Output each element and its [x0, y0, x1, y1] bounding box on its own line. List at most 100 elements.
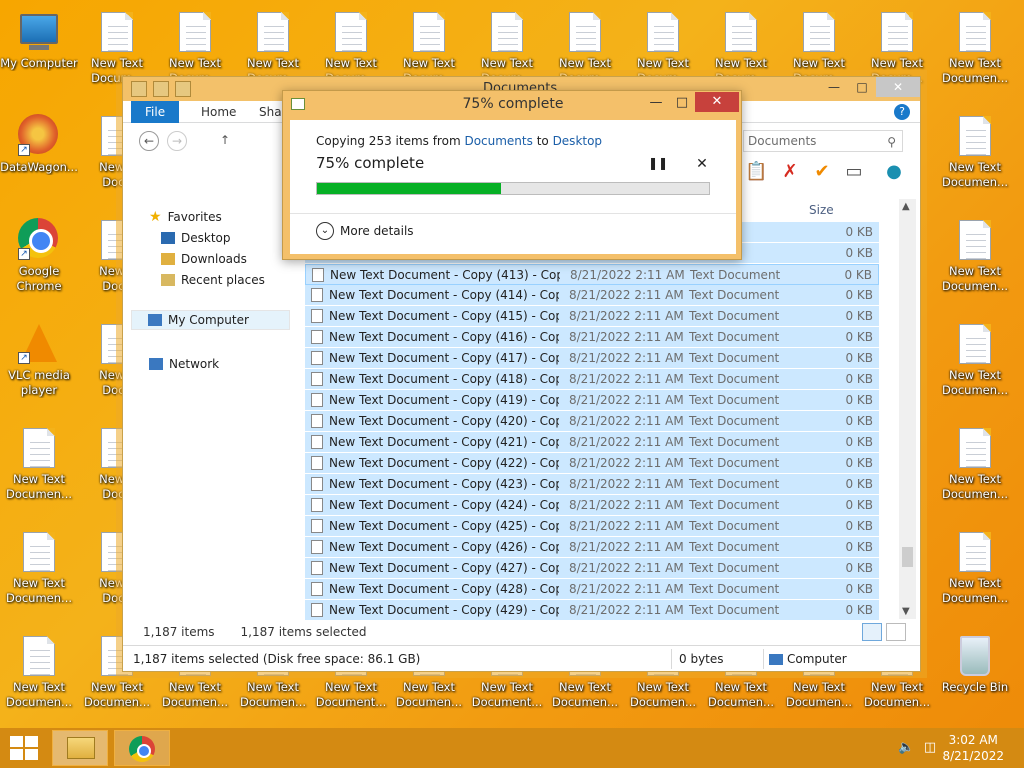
pause-icon[interactable]: ❚❚	[648, 156, 668, 172]
desktop-icon-item[interactable]: My Computer	[0, 0, 78, 100]
file-name: New Text Document - Copy (424) - Copy...	[329, 498, 559, 512]
desktop-icon-item[interactable]: New Text Documen...	[936, 312, 1014, 412]
scroll-up-icon[interactable]: ▲	[902, 201, 910, 212]
more-details-button[interactable]: ⌄ More details	[316, 222, 414, 240]
desktop-icon-item[interactable]: ↗ DataWagon...	[0, 104, 78, 204]
column-header-size[interactable]: Size	[809, 203, 834, 217]
help-icon[interactable]: ?	[894, 104, 910, 120]
file-row[interactable]: New Text Document - Copy (416) - Copy...…	[305, 327, 879, 348]
desktop-icon-item[interactable]: ↗ Google Chrome	[0, 208, 78, 308]
properties-icon[interactable]	[153, 81, 169, 97]
desktop-icon-item[interactable]: New Text Documen...	[936, 416, 1014, 516]
file-row[interactable]: New Text Document - Copy (420) - Copy...…	[305, 411, 879, 432]
maximize-icon[interactable]: □	[848, 77, 876, 97]
file-type: Text Document	[689, 393, 780, 407]
folder-icon[interactable]	[131, 81, 147, 97]
scroll-down-icon[interactable]: ▼	[902, 606, 910, 617]
search-icon[interactable]: ⚲	[887, 132, 896, 152]
file-row[interactable]: New Text Document - Copy (422) - Copy...…	[305, 453, 879, 474]
windows-logo-icon[interactable]	[10, 736, 38, 760]
file-row[interactable]: New Text Document - Copy (423) - Copy...…	[305, 474, 879, 495]
nav-downloads[interactable]: Downloads	[161, 252, 247, 266]
file-date: 8/21/2022 2:11 AM	[569, 603, 684, 617]
back-icon[interactable]: ←	[139, 131, 159, 151]
source-link[interactable]: Documents	[464, 134, 532, 148]
file-size: 0 KB	[845, 351, 873, 365]
destination-link[interactable]: Desktop	[553, 134, 603, 148]
nav-favorites[interactable]: ★ Favorites	[149, 209, 222, 225]
file-row[interactable]: New Text Document - Copy (417) - Copy...…	[305, 348, 879, 369]
file-row[interactable]: New Text Document - Copy (424) - Copy...…	[305, 495, 879, 516]
details-view-icon[interactable]	[862, 623, 882, 641]
file-row[interactable]: New Text Document - Copy (429) - Copy...…	[305, 600, 879, 621]
desktop-icon-item[interactable]: New Text Documen...	[936, 104, 1014, 204]
more-details-label: More details	[340, 224, 414, 238]
clock[interactable]: 3:02 AM 8/21/2022	[942, 732, 1004, 764]
close-icon[interactable]: ✕	[695, 92, 739, 112]
text-document-icon	[881, 12, 913, 52]
star-icon: ★	[149, 209, 162, 225]
desktop-icon-label: New Text Documen...	[941, 472, 1009, 501]
file-row[interactable]: New Text Document - Copy (426) - Copy...…	[305, 537, 879, 558]
nav-recent-places[interactable]: Recent places	[161, 273, 265, 287]
globe-icon[interactable]: ●	[883, 161, 905, 183]
taskbar-file-explorer[interactable]	[52, 730, 108, 766]
delete-icon[interactable]: ✗	[779, 161, 801, 183]
cancel-icon[interactable]: ✕	[694, 156, 710, 172]
text-document-icon	[23, 636, 55, 676]
volume-muted-icon[interactable]: 🔈	[898, 740, 914, 756]
search-input[interactable]: Documents ⚲	[743, 130, 903, 152]
file-row[interactable]: New Text Document - Copy (414) - Copy...…	[305, 285, 879, 306]
file-row[interactable]: New Text Document - Copy (413) - Copy...…	[305, 264, 879, 285]
file-date: 8/21/2022 2:11 AM	[569, 414, 684, 428]
up-icon[interactable]: ↑	[215, 131, 235, 151]
file-row[interactable]: New Text Document - Copy (421) - Copy...…	[305, 432, 879, 453]
nav-network[interactable]: Network	[149, 357, 219, 371]
text-document-icon	[803, 12, 835, 52]
maximize-icon[interactable]: □	[669, 93, 695, 113]
nav-my-computer[interactable]: My Computer	[131, 310, 290, 330]
paste-icon[interactable]: 📋	[745, 161, 767, 183]
forward-icon[interactable]: →	[167, 131, 187, 151]
desktop-icon-item[interactable]: New Text Documen...	[0, 520, 78, 620]
desktop-icon-item[interactable]: New Text Documen...	[936, 520, 1014, 620]
file-row[interactable]: New Text Document - Copy (427) - Copy...…	[305, 558, 879, 579]
scroll-thumb[interactable]	[902, 547, 913, 567]
vlc-icon: ↗	[18, 322, 60, 364]
new-folder-icon[interactable]	[175, 81, 191, 97]
file-size: 0 KB	[845, 540, 873, 554]
text-document-icon	[311, 603, 323, 617]
vertical-scrollbar[interactable]: ▲ ▼	[899, 199, 916, 619]
nav-desktop[interactable]: Desktop	[161, 231, 231, 245]
desktop-icon-label: VLC media player	[8, 368, 70, 397]
tab-home[interactable]: Home	[187, 101, 250, 123]
desktop-icon-label: New Text Documen...	[707, 680, 775, 709]
file-date: 8/21/2022 2:11 AM	[569, 288, 684, 302]
desktop-icon-item[interactable]: New Text Documen...	[0, 624, 78, 724]
network-icon[interactable]: ◫	[922, 740, 938, 756]
text-document-icon	[311, 330, 323, 344]
minimize-icon[interactable]: —	[820, 77, 848, 97]
desktop-icon-item[interactable]: New Text Documen...	[0, 416, 78, 516]
desktop-icon-item[interactable]: Recycle Bin	[936, 624, 1014, 724]
rename-icon[interactable]: ▭	[843, 161, 865, 183]
desktop-icon-label: My Computer	[0, 56, 78, 70]
desktop-icon-label: New Text Documen...	[239, 680, 307, 709]
recycle-bin-icon	[954, 634, 996, 676]
nav-label: Network	[169, 357, 220, 371]
large-icons-view-icon[interactable]	[886, 623, 906, 641]
file-row[interactable]: New Text Document - Copy (415) - Copy...…	[305, 306, 879, 327]
tab-file[interactable]: File	[131, 101, 180, 123]
close-icon[interactable]: ✕	[876, 77, 920, 97]
desktop-icon-item[interactable]: New Text Documen...	[936, 0, 1014, 100]
desktop-icon-item[interactable]: ↗ VLC media player	[0, 312, 78, 412]
file-row[interactable]: New Text Document - Copy (428) - Copy...…	[305, 579, 879, 600]
file-row[interactable]: New Text Document - Copy (425) - Copy...…	[305, 516, 879, 537]
file-row[interactable]: New Text Document - Copy (418) - Copy...…	[305, 369, 879, 390]
checkmark-icon[interactable]: ✔	[811, 161, 833, 183]
desktop-icon-item[interactable]: New Text Documen...	[936, 208, 1014, 308]
minimize-icon[interactable]: —	[643, 93, 669, 113]
clock-date: 8/21/2022	[942, 749, 1004, 763]
taskbar-chrome[interactable]	[114, 730, 170, 766]
file-row[interactable]: New Text Document - Copy (419) - Copy...…	[305, 390, 879, 411]
